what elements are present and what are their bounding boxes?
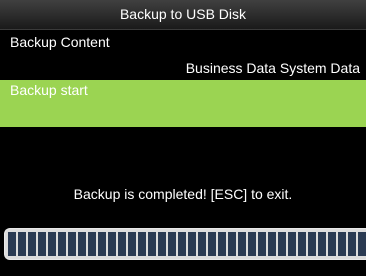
backup-start-label: Backup start [10, 82, 88, 98]
window-title: Backup to USB Disk [119, 6, 247, 22]
progress-bar [4, 228, 366, 260]
backup-screen: Backup to USB Disk Backup Content Busine… [0, 0, 366, 276]
title-bar: Backup to USB Disk [0, 0, 366, 30]
backup-content-label[interactable]: Backup Content [10, 34, 110, 50]
progress-fill [8, 232, 366, 256]
backup-content-value[interactable]: Business Data System Data [186, 60, 360, 76]
status-message: Backup is completed! [ESC] to exit. [73, 186, 293, 202]
backup-start-row[interactable]: Backup start [0, 80, 366, 127]
